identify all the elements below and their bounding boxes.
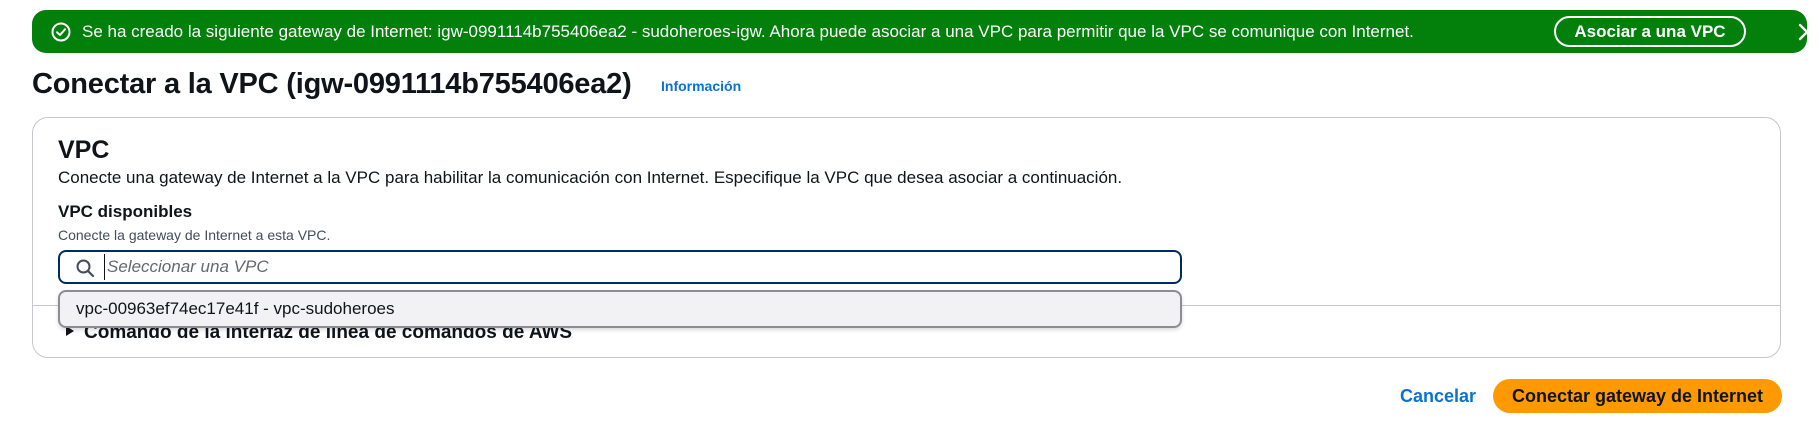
vpc-option[interactable]: vpc-00963ef74ec17e41f - vpc-sudoheroes: [76, 292, 395, 326]
search-icon: [76, 259, 95, 278]
section-description: Conecte una gateway de Internet a la VPC…: [58, 168, 1123, 187]
success-flashbar: Se ha creado la siguiente gateway de Int…: [32, 10, 1816, 53]
section-title: VPC: [58, 136, 110, 164]
vpc-field-label: VPC disponibles: [58, 202, 193, 221]
associate-vpc-button[interactable]: Asociar a una VPC: [1554, 16, 1746, 47]
attach-internet-gateway-button[interactable]: Conectar gateway de Internet: [1493, 379, 1782, 413]
vpc-field-description: Conecte la gateway de Internet a esta VP…: [58, 227, 331, 243]
vpc-search-input[interactable]: [104, 254, 1167, 280]
flashbar-message: Se ha creado la siguiente gateway de Int…: [82, 22, 1414, 41]
cancel-button[interactable]: Cancelar: [1400, 384, 1476, 408]
info-link[interactable]: Información: [661, 78, 741, 94]
close-icon[interactable]: [1797, 22, 1817, 42]
success-check-circle-icon: [51, 22, 71, 42]
page-title: Conectar a la VPC (igw-0991114b755406ea2…: [32, 68, 632, 100]
vpc-select[interactable]: [58, 250, 1182, 284]
vpc-dropdown-list: vpc-00963ef74ec17e41f - vpc-sudoheroes: [58, 290, 1182, 328]
